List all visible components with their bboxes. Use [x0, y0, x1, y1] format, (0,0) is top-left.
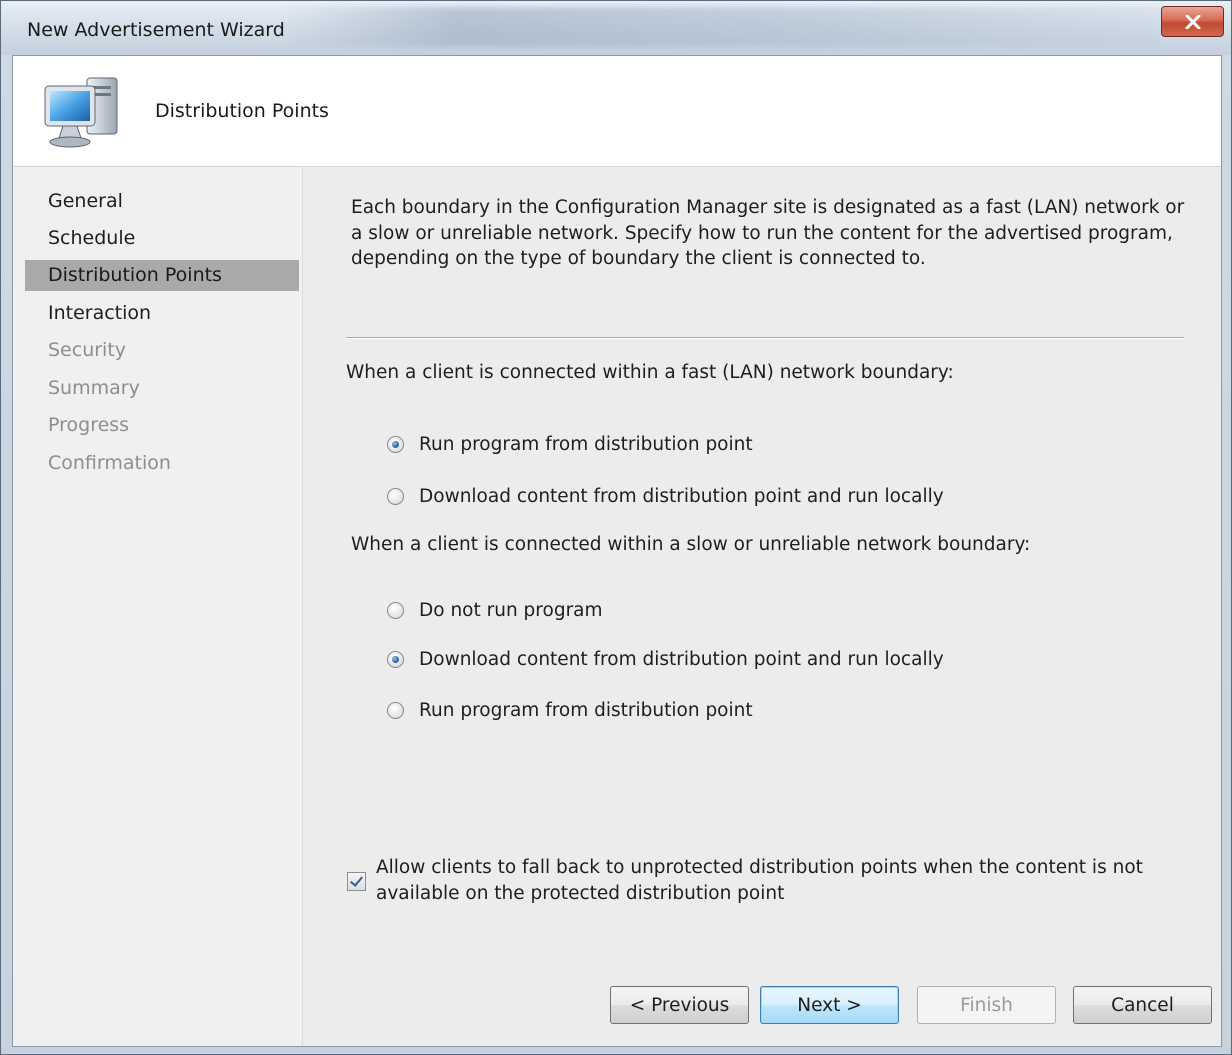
fast-download-run-locally-option[interactable]: Download content from distribution point… [387, 483, 944, 509]
finish-button: Finish [917, 986, 1056, 1024]
button-bar: < Previous Next > Finish Cancel [303, 956, 1221, 1046]
slow-run-from-dp-option[interactable]: Run program from distribution point [387, 697, 753, 723]
previous-button[interactable]: < Previous [610, 986, 749, 1024]
fallback-option[interactable]: Allow clients to fall back to unprotecte… [347, 855, 1167, 906]
nav-item-progress: Progress [48, 414, 130, 436]
fast-boundary-label: When a client is connected within a fast… [346, 362, 954, 383]
slow-download-run-locally-option[interactable]: Download content from distribution point… [387, 646, 944, 672]
cancel-button[interactable]: Cancel [1073, 986, 1212, 1024]
nav-item-confirmation: Confirmation [48, 452, 171, 474]
close-button[interactable] [1161, 6, 1224, 37]
fallback-checkbox[interactable] [347, 872, 366, 891]
slow-do-not-run-label[interactable]: Do not run program [419, 600, 603, 621]
fast-run-from-dp-radio[interactable] [387, 435, 404, 453]
slow-download-run-locally-label[interactable]: Download content from distribution point… [419, 649, 944, 670]
fast-download-run-locally-label[interactable]: Download content from distribution point… [419, 486, 944, 507]
wizard-header: Distribution Points [13, 56, 1221, 167]
wizard-body: Distribution Points General Schedule Dis… [12, 55, 1222, 1047]
page-description: Each boundary in the Configuration Manag… [351, 197, 1185, 269]
nav-item-summary: Summary [48, 377, 140, 399]
page-title: Distribution Points [155, 100, 329, 122]
title-bar-background [281, 7, 1161, 47]
nav-item-distribution-points[interactable]: Distribution Points [25, 260, 299, 291]
slow-download-run-locally-radio[interactable] [387, 650, 404, 668]
title-bar[interactable]: New Advertisement Wizard [1, 1, 1231, 55]
close-icon [1185, 14, 1201, 29]
nav-item-security: Security [48, 339, 127, 361]
slow-boundary-label: When a client is connected within a slow… [351, 534, 1031, 555]
nav-item-interaction[interactable]: Interaction [25, 298, 299, 329]
fast-download-run-locally-radio[interactable] [387, 487, 404, 505]
fast-run-from-dp-option[interactable]: Run program from distribution point [387, 431, 753, 457]
fast-run-from-dp-label[interactable]: Run program from distribution point [419, 434, 753, 455]
slow-run-from-dp-radio[interactable] [387, 701, 404, 719]
wizard-window: New Advertisement Wizard Distribution Po… [0, 0, 1232, 1055]
nav-item-schedule[interactable]: Schedule [25, 223, 299, 254]
computer-icon [41, 72, 129, 156]
page-content: Each boundary in the Configuration Manag… [303, 167, 1221, 956]
window-title: New Advertisement Wizard [27, 19, 285, 41]
slow-do-not-run-radio[interactable] [387, 601, 404, 619]
divider [346, 337, 1184, 339]
slow-run-from-dp-label[interactable]: Run program from distribution point [419, 700, 753, 721]
slow-do-not-run-option[interactable]: Do not run program [387, 597, 603, 623]
nav-item-general[interactable]: General [25, 186, 299, 217]
wizard-nav: General Schedule Distribution Points Int… [13, 167, 303, 1046]
next-button[interactable]: Next > [760, 986, 899, 1024]
fallback-checkbox-label[interactable]: Allow clients to fall back to unprotecte… [376, 855, 1167, 906]
